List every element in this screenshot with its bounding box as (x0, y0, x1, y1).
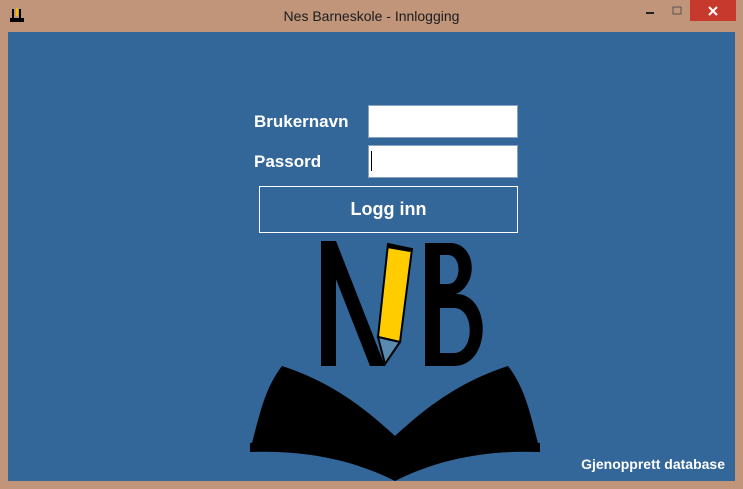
close-button[interactable] (690, 0, 736, 21)
close-icon (708, 5, 718, 16)
title-bar[interactable]: Nes Barneskole - Innlogging (0, 0, 743, 32)
maximize-icon (672, 6, 681, 14)
password-label: Passord (254, 152, 322, 171)
login-window: Nes Barneskole - Innlogging Brukernavn P… (0, 0, 743, 489)
username-input[interactable] (368, 105, 518, 138)
open-book-icon (250, 366, 540, 481)
username-label: Brukernavn (254, 112, 349, 131)
window-title: Nes Barneskole - Innlogging (283, 8, 460, 24)
nb-logo: NB (250, 241, 540, 481)
login-panel: Brukernavn Passord Logg inn NB (8, 32, 735, 481)
minimize-icon (645, 11, 654, 14)
pencil-icon (376, 242, 414, 367)
password-input[interactable] (368, 145, 518, 178)
login-button[interactable]: Logg inn (259, 186, 518, 233)
restore-database-link[interactable]: Gjenopprett database (581, 456, 725, 472)
maximize-button[interactable] (663, 0, 690, 21)
text-caret (371, 151, 372, 171)
minimize-button[interactable] (636, 0, 663, 21)
